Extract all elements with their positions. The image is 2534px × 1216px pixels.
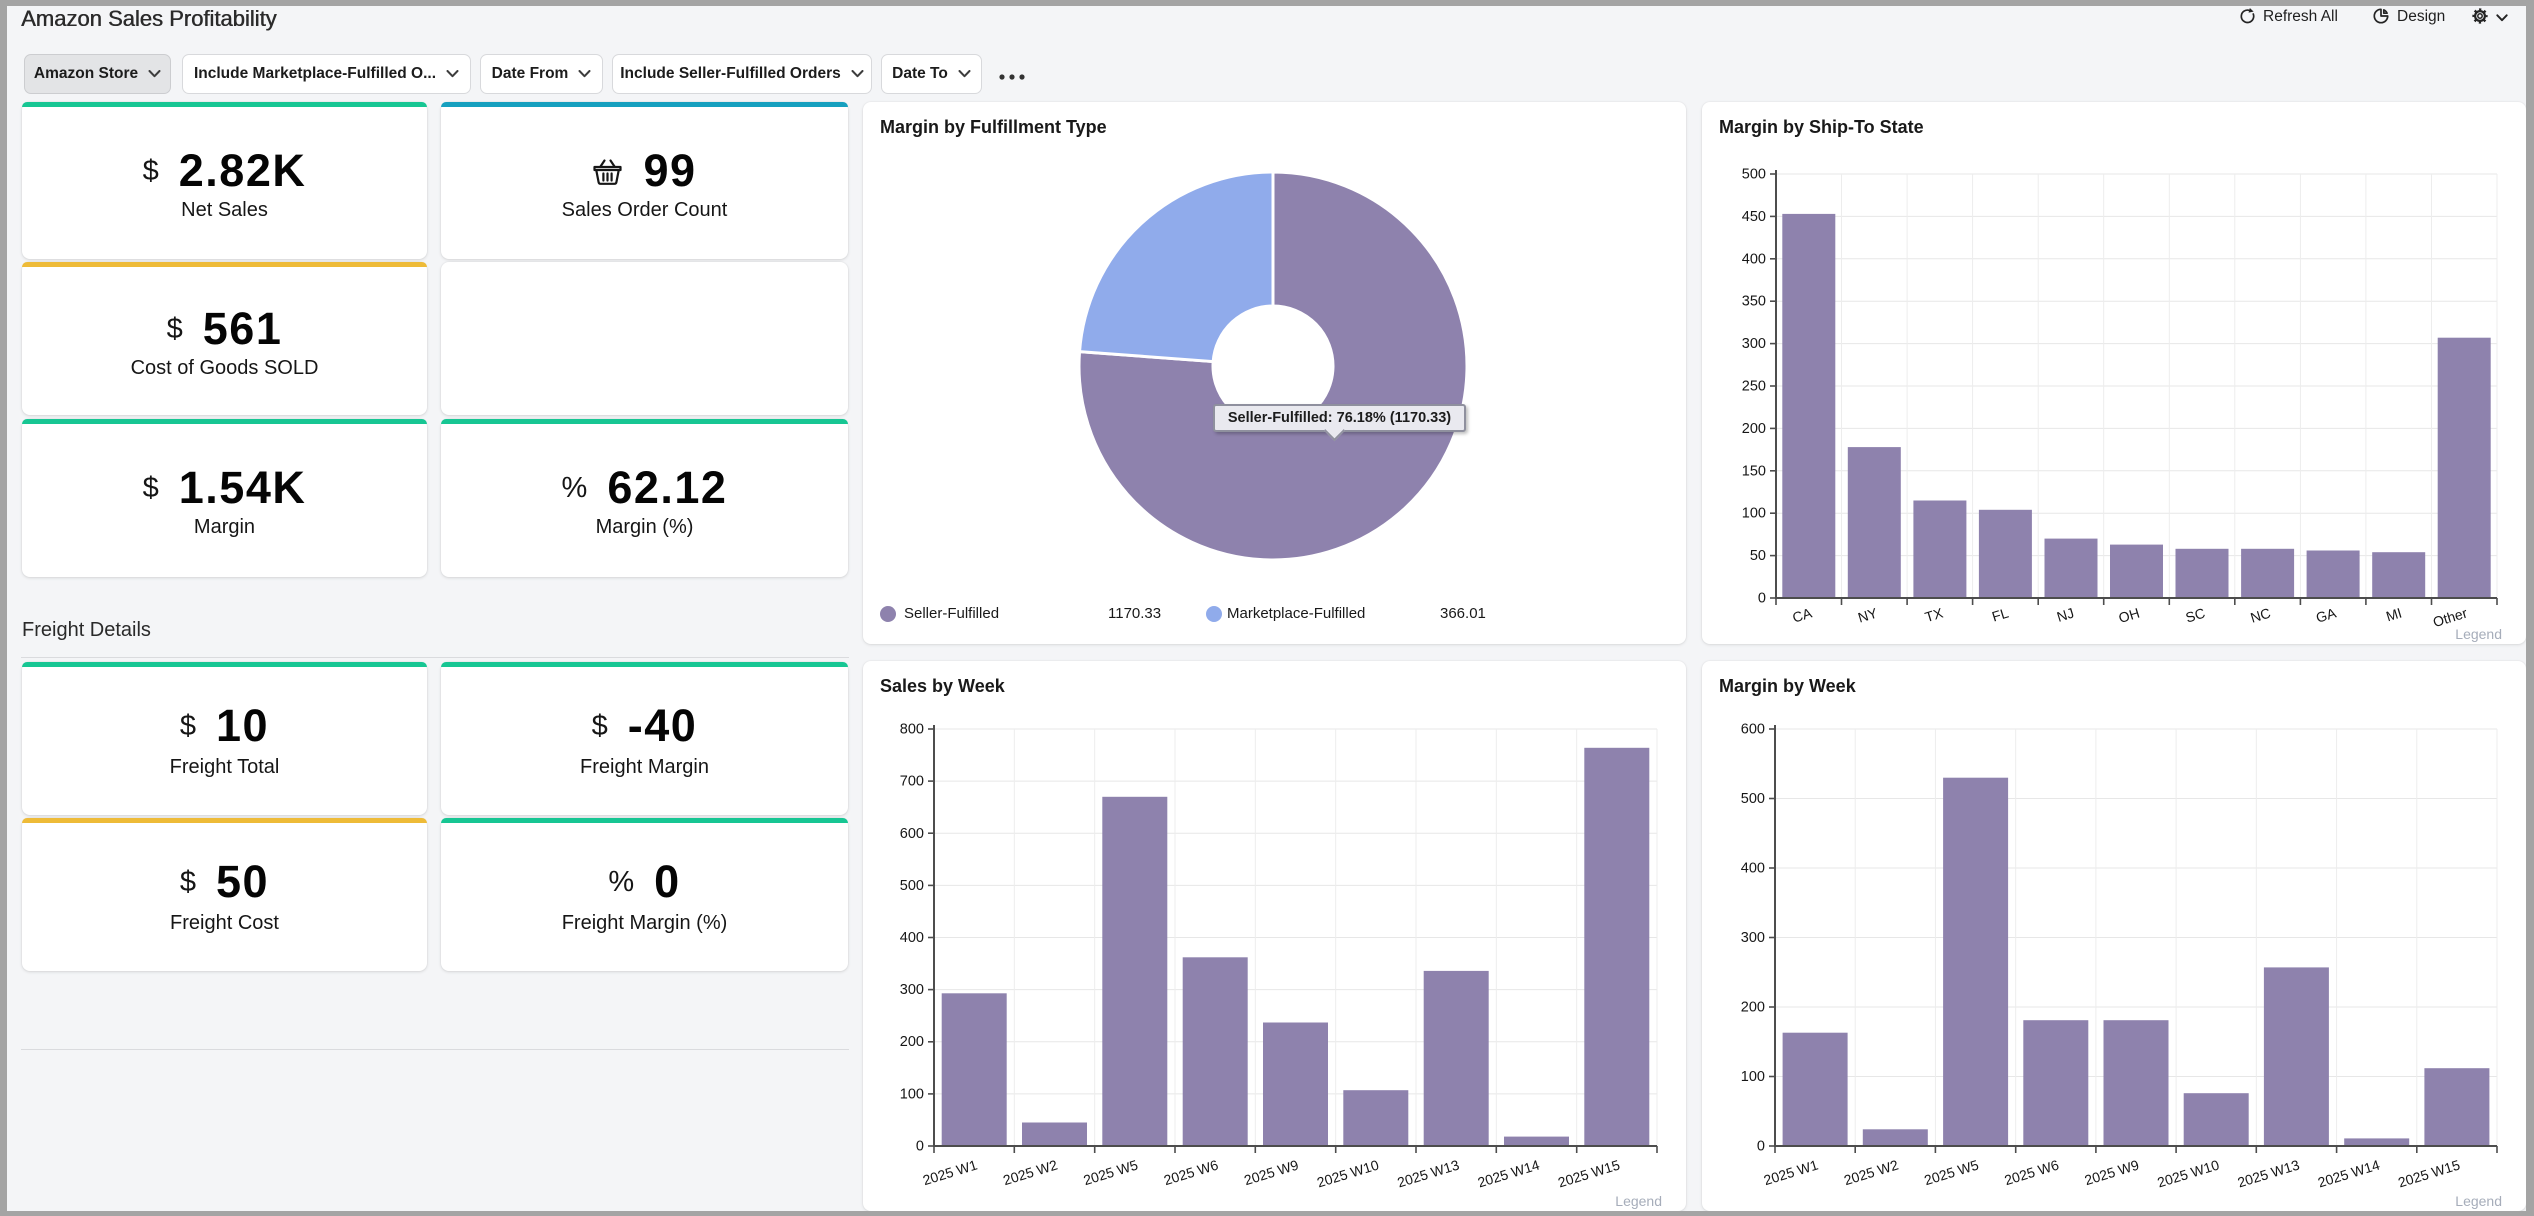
svg-text:500: 500: [900, 878, 924, 894]
svg-text:2025 W14: 2025 W14: [2316, 1157, 2382, 1191]
svg-text:NY: NY: [1856, 604, 1880, 625]
svg-text:600: 600: [900, 826, 924, 842]
svg-text:Legend: Legend: [1615, 1193, 1662, 1209]
svg-text:2025 W9: 2025 W9: [2083, 1157, 2141, 1189]
svg-text:2025 W5: 2025 W5: [1081, 1157, 1139, 1189]
svg-text:0: 0: [1757, 1139, 1765, 1155]
svg-text:800: 800: [900, 722, 924, 738]
svg-text:400: 400: [1741, 861, 1765, 877]
svg-text:2025 W1: 2025 W1: [1762, 1157, 1820, 1189]
svg-text:FL: FL: [1990, 605, 2011, 625]
svg-text:2025 W2: 2025 W2: [1842, 1157, 1900, 1189]
svg-text:2025 W6: 2025 W6: [2002, 1157, 2060, 1189]
svg-text:GA: GA: [2314, 604, 2339, 625]
svg-text:200: 200: [1742, 421, 1766, 437]
svg-text:2025 W13: 2025 W13: [1395, 1157, 1461, 1191]
svg-text:NC: NC: [2248, 605, 2272, 626]
svg-text:2025 W5: 2025 W5: [1922, 1157, 1980, 1189]
svg-text:2025 W10: 2025 W10: [2155, 1157, 2221, 1191]
svg-text:OH: OH: [2117, 605, 2142, 626]
svg-text:Legend: Legend: [2455, 626, 2502, 642]
svg-text:100: 100: [900, 1086, 924, 1102]
svg-text:400: 400: [900, 930, 924, 946]
svg-text:CA: CA: [1790, 604, 1814, 625]
svg-text:500: 500: [1741, 791, 1765, 807]
svg-text:100: 100: [1742, 506, 1766, 522]
svg-text:450: 450: [1742, 209, 1766, 225]
svg-text:150: 150: [1742, 463, 1766, 479]
svg-text:100: 100: [1741, 1069, 1765, 1085]
svg-text:Legend: Legend: [2455, 1193, 2502, 1209]
svg-text:500: 500: [1742, 167, 1766, 183]
svg-text:0: 0: [916, 1139, 924, 1155]
svg-text:2025 W2: 2025 W2: [1001, 1157, 1059, 1189]
svg-text:2025 W1: 2025 W1: [921, 1157, 979, 1189]
svg-text:0: 0: [1758, 591, 1766, 607]
svg-text:MI: MI: [2384, 605, 2404, 625]
svg-text:600: 600: [1741, 722, 1765, 738]
svg-text:2025 W9: 2025 W9: [1242, 1157, 1300, 1189]
svg-text:700: 700: [900, 774, 924, 790]
svg-text:300: 300: [900, 982, 924, 998]
svg-text:2025 W6: 2025 W6: [1162, 1157, 1220, 1189]
svg-text:2025 W15: 2025 W15: [1556, 1157, 1622, 1191]
svg-text:50: 50: [1750, 548, 1766, 564]
svg-text:SC: SC: [2184, 605, 2207, 626]
svg-text:2025 W13: 2025 W13: [2236, 1157, 2302, 1191]
svg-text:TX: TX: [1923, 604, 1945, 625]
svg-text:350: 350: [1742, 294, 1766, 310]
svg-text:400: 400: [1742, 251, 1766, 267]
svg-text:NJ: NJ: [2055, 605, 2076, 625]
svg-text:200: 200: [900, 1034, 924, 1050]
svg-text:250: 250: [1742, 379, 1766, 395]
svg-text:2025 W10: 2025 W10: [1315, 1157, 1381, 1191]
svg-text:2025 W15: 2025 W15: [2396, 1157, 2462, 1191]
svg-text:300: 300: [1741, 930, 1765, 946]
svg-text:2025 W14: 2025 W14: [1476, 1157, 1542, 1191]
svg-text:300: 300: [1742, 336, 1766, 352]
svg-text:200: 200: [1741, 1000, 1765, 1016]
